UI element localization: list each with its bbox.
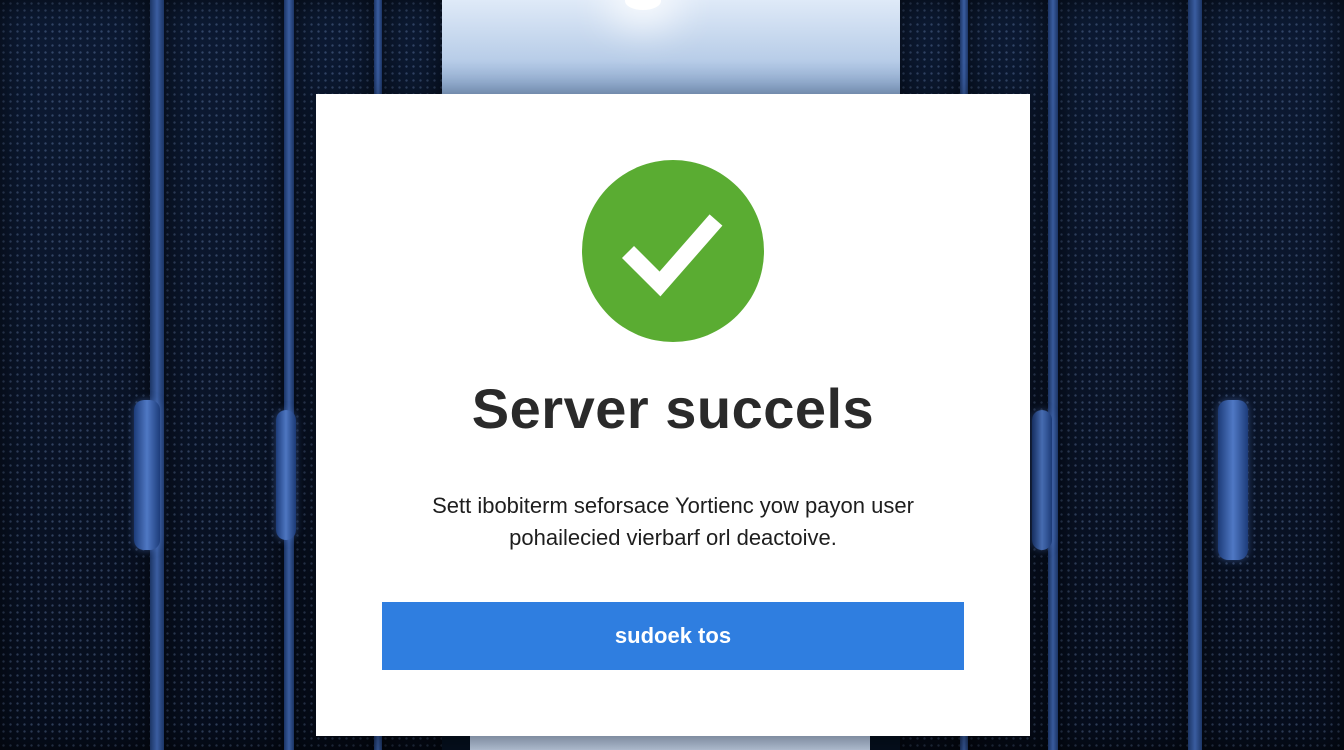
rack-frame [1048, 0, 1058, 750]
rack-frame [1188, 0, 1202, 750]
dialog-message: Sett ibobiterm seforsace Yortienc yow pa… [356, 490, 990, 554]
server-rack-left-mid [164, 0, 284, 750]
background-scene: Server succels Sett ibobiterm seforsace … [0, 0, 1344, 750]
rack-handle [1218, 400, 1248, 560]
primary-action-button[interactable]: sudoek tos [382, 602, 964, 670]
checkmark-glyph [621, 214, 723, 297]
dialog-message-line-1: Sett ibobiterm seforsace Yortienc yow pa… [432, 493, 914, 518]
server-rack-left-far [0, 0, 150, 750]
dialog-message-line-2: pohailecied vierbarf orl deactoive. [509, 525, 837, 550]
success-dialog: Server succels Sett ibobiterm seforsace … [316, 94, 1030, 736]
corridor-ceiling [430, 0, 910, 100]
rack-handle [134, 400, 160, 550]
rack-frame [284, 0, 294, 750]
server-rack-right-far [1202, 0, 1344, 750]
rack-handle [1032, 410, 1052, 550]
checkmark-icon [582, 160, 764, 342]
server-rack-right-mid [1058, 0, 1188, 750]
rack-frame [150, 0, 164, 750]
dialog-title: Server succels [471, 377, 875, 440]
rack-handle [276, 410, 296, 540]
